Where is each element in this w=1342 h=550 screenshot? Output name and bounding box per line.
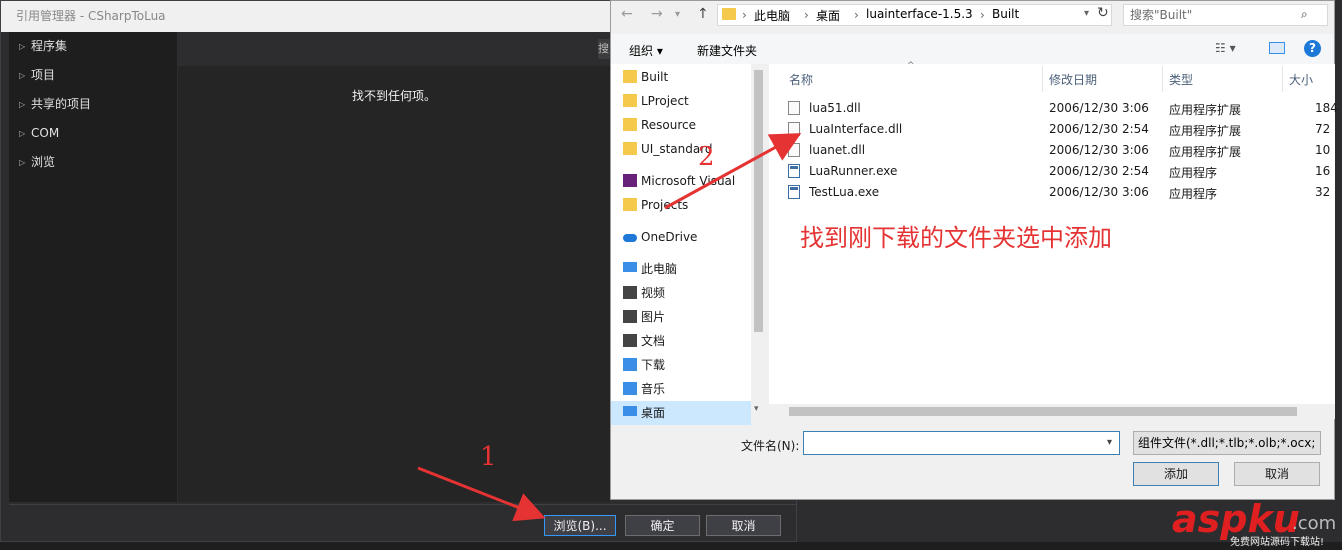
watermark-domain: .com — [1292, 513, 1337, 534]
watermark-tagline: 免费网站源码下载站! — [1230, 537, 1325, 548]
step-1-label: 1 — [480, 442, 497, 472]
step-2-label: 2 — [698, 142, 715, 172]
annotation-arrows — [417, 133, 802, 522]
arrow-to-browse — [417, 466, 546, 522]
instruction-text: 找到刚下载的文件夹选中添加 — [800, 224, 1112, 252]
arrow-to-luainterface — [664, 133, 802, 210]
watermark: aspku .com 免费网站源码下载站! — [1170, 495, 1342, 550]
